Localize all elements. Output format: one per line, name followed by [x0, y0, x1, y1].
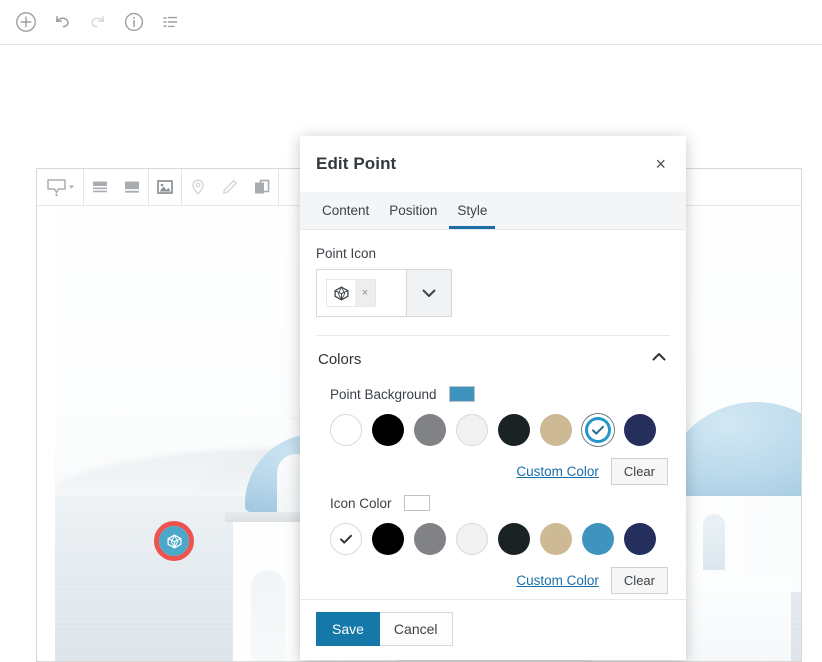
- icon-color-label: Icon Color: [330, 495, 392, 511]
- map-point-marker[interactable]: [154, 521, 194, 561]
- close-icon[interactable]: ×: [651, 151, 670, 177]
- pin-icon[interactable]: [182, 169, 214, 205]
- tab-content[interactable]: Content: [312, 192, 379, 229]
- clear-button[interactable]: Clear: [610, 567, 668, 594]
- swatch-blue-selected[interactable]: [582, 414, 614, 446]
- edit-point-dialog: Edit Point × Content Position Style Poin…: [300, 136, 686, 660]
- tooltip-icon[interactable]: [37, 169, 83, 205]
- layout-bottom-icon[interactable]: [116, 169, 148, 205]
- toolbar-divider: [278, 169, 279, 205]
- swatch-charcoal[interactable]: [498, 414, 530, 446]
- swatch-gray[interactable]: [414, 414, 446, 446]
- swatch-navy[interactable]: [624, 523, 656, 555]
- swatch-white-selected[interactable]: [330, 523, 362, 555]
- dialog-title: Edit Point: [316, 154, 397, 173]
- pencil-icon[interactable]: [214, 169, 246, 205]
- list-icon[interactable]: [152, 4, 188, 40]
- save-button[interactable]: Save: [316, 612, 380, 646]
- swatch-white[interactable]: [330, 414, 362, 446]
- swatch-tan[interactable]: [540, 414, 572, 446]
- color-group-icon-color: Icon Color Custom Color Clear: [316, 495, 670, 594]
- dialog-footer: Save Cancel: [300, 599, 686, 660]
- cancel-button[interactable]: Cancel: [379, 612, 453, 646]
- check-icon: [340, 534, 352, 544]
- swatch-gray[interactable]: [414, 523, 446, 555]
- icon-color-swatches: [316, 523, 670, 555]
- swatch-offwhite[interactable]: [456, 414, 488, 446]
- dialog-tabs: Content Position Style: [300, 192, 686, 230]
- swatch-black[interactable]: [372, 523, 404, 555]
- cube-icon: [327, 280, 355, 306]
- tower-arch: [251, 570, 285, 661]
- point-background-actions: Custom Color Clear: [316, 458, 670, 485]
- dialog-header: Edit Point ×: [300, 136, 686, 192]
- point-background-header: Point Background: [316, 386, 670, 402]
- tab-position[interactable]: Position: [379, 192, 447, 229]
- layers-icon[interactable]: [246, 169, 278, 205]
- add-circle-icon[interactable]: [8, 4, 44, 40]
- tab-style[interactable]: Style: [447, 192, 497, 229]
- info-circle-icon[interactable]: [116, 4, 152, 40]
- point-icon-chip: ×: [326, 279, 376, 307]
- point-background-label: Point Background: [330, 386, 437, 402]
- app-toolbar: [0, 0, 822, 45]
- image-icon[interactable]: [149, 169, 181, 205]
- undo-icon[interactable]: [44, 4, 80, 40]
- chevron-up-icon[interactable]: [650, 348, 668, 371]
- swatch-offwhite[interactable]: [456, 523, 488, 555]
- clear-button[interactable]: Clear: [610, 458, 668, 485]
- point-background-circle: [159, 526, 189, 556]
- icon-color-actions: Custom Color Clear: [316, 567, 670, 594]
- custom-color-link[interactable]: Custom Color: [516, 573, 599, 588]
- icon-color-header: Icon Color: [316, 495, 670, 511]
- swatch-tan[interactable]: [540, 523, 572, 555]
- colors-section-title: Colors: [318, 350, 362, 368]
- point-icon-chip-box[interactable]: ×: [316, 269, 406, 317]
- redo-icon[interactable]: [80, 4, 116, 40]
- colors-section-header[interactable]: Colors: [316, 336, 670, 382]
- point-icon-picker: ×: [316, 269, 452, 317]
- swatch-navy[interactable]: [624, 414, 656, 446]
- remove-icon[interactable]: ×: [355, 280, 375, 306]
- chevron-down-icon: [422, 289, 436, 297]
- dialog-body: Point Icon × Colors Point Background Cus…: [300, 230, 686, 599]
- point-background-swatches: [316, 414, 670, 446]
- check-icon: [592, 425, 604, 435]
- right-window: [703, 514, 725, 570]
- point-icon-dropdown-button[interactable]: [406, 269, 452, 317]
- color-group-point-background: Point Background Custom Color Clear: [316, 386, 670, 485]
- layout-split-icon[interactable]: [84, 169, 116, 205]
- point-background-preview: [448, 386, 475, 402]
- swatch-charcoal[interactable]: [498, 523, 530, 555]
- swatch-blue[interactable]: [582, 523, 614, 555]
- swatch-black[interactable]: [372, 414, 404, 446]
- point-icon-label: Point Icon: [316, 246, 377, 261]
- icon-color-preview: [403, 495, 430, 511]
- cube-icon: [166, 533, 182, 549]
- chevron-down-icon: [69, 185, 74, 189]
- custom-color-link[interactable]: Custom Color: [516, 464, 599, 479]
